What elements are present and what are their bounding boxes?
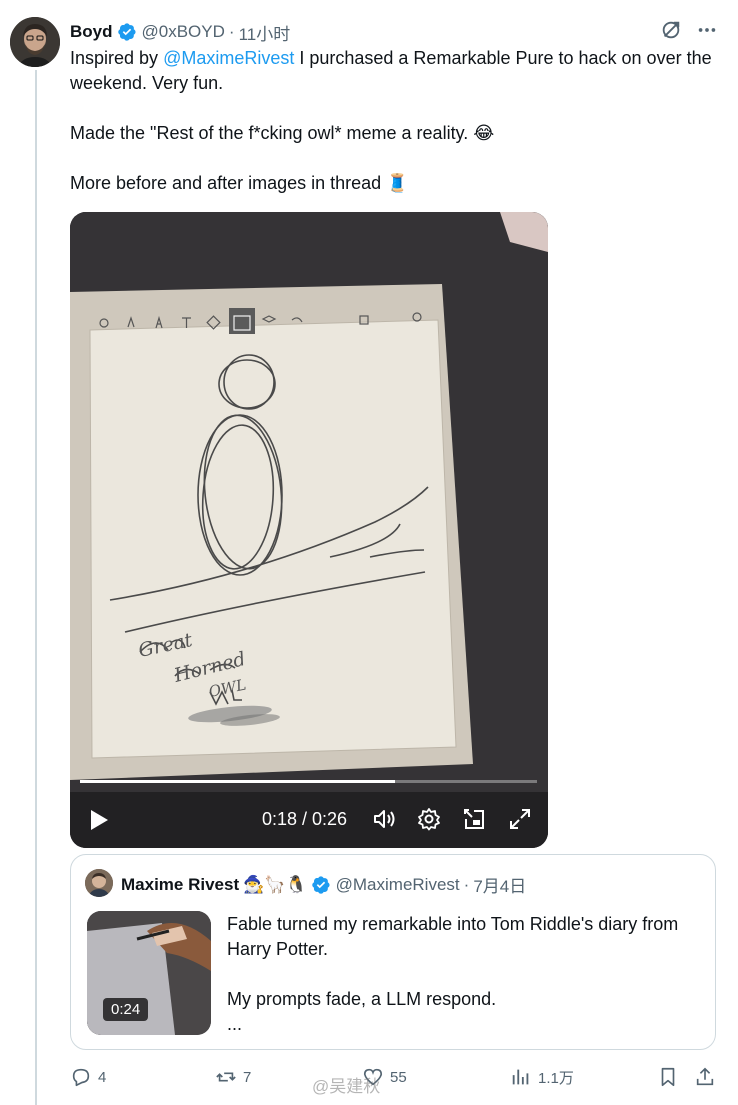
bookmark-button[interactable]: [657, 1066, 679, 1088]
quote-timestamp[interactable]: 7月4日: [473, 872, 526, 897]
bookmark-icon: [661, 1067, 675, 1087]
reply-count: 4: [98, 1068, 107, 1086]
header-actions: [660, 19, 718, 41]
quote-video-thumbnail[interactable]: 0:24: [87, 911, 211, 1035]
tweet-paragraph-2: Made the "Rest of the f*cking owl* meme …: [70, 123, 495, 143]
video-progress-fill: [80, 780, 396, 783]
share-button[interactable]: [694, 1066, 716, 1088]
author-name[interactable]: Boyd: [70, 22, 113, 42]
video-controls: 0:18 / 0:26: [70, 792, 548, 848]
view-count: 1.1万: [538, 1069, 574, 1087]
quote-header-separator: ·: [463, 874, 470, 894]
tweet-timestamp[interactable]: 11小时: [239, 20, 291, 45]
tweet-paragraph-1: Inspired by @MaximeRivest I purchased a …: [70, 46, 725, 96]
quote-more: ...: [227, 1014, 243, 1034]
repost-count: 7: [243, 1068, 252, 1086]
watermark: @吴建秋: [312, 1077, 381, 1096]
video-time: 0:18 / 0:26: [262, 809, 348, 829]
video-player[interactable]: Great Horned OWL 0:18 / 0:26: [70, 212, 548, 848]
header-separator: ·: [228, 22, 235, 41]
share-icon: [696, 1067, 714, 1086]
quote-author-avatar[interactable]: [85, 869, 113, 897]
repost-button[interactable]: 7: [215, 1066, 251, 1088]
reply-button[interactable]: 4: [70, 1066, 106, 1088]
quoted-tweet[interactable]: Maxime Rivest 🧙‍♂️🦙🐧 @MaximeRivest · 7月4…: [70, 854, 716, 1050]
verified-badge-icon: [117, 23, 136, 41]
quote-paragraph-1: Fable turned my remarkable into Tom Ridd…: [227, 914, 679, 959]
volume-icon[interactable]: [372, 807, 396, 831]
tweet-text: Inspired by @MaximeRivest I purchased a …: [70, 46, 725, 221]
reply-icon: [72, 1068, 90, 1087]
author-handle[interactable]: @0xBOYD: [142, 22, 225, 42]
video-progress-bar[interactable]: [80, 780, 537, 783]
repost-icon: [216, 1072, 236, 1082]
tweet-paragraph-3: More before and after images in thread 🧵: [70, 173, 409, 193]
more-icon[interactable]: [696, 19, 718, 41]
verified-badge-icon: [311, 875, 330, 894]
views-icon: [512, 1069, 529, 1085]
settings-icon[interactable]: [417, 807, 441, 831]
quote-author-name[interactable]: Maxime Rivest: [121, 875, 239, 895]
tweet-text-segment: Inspired by: [70, 48, 164, 68]
quote-author-emojis: 🧙‍♂️🦙🐧: [243, 874, 307, 895]
video-frame: Great Horned OWL: [70, 212, 548, 848]
author-avatar[interactable]: [10, 17, 60, 67]
tweet-header: Boyd @0xBOYD · 11小时: [70, 19, 718, 45]
quote-author-handle[interactable]: @MaximeRivest: [336, 875, 460, 895]
play-icon[interactable]: [88, 808, 110, 832]
quote-video-duration: 0:24: [103, 998, 149, 1021]
grok-icon[interactable]: [660, 19, 682, 41]
mention-link[interactable]: @MaximeRivest: [163, 48, 294, 68]
thread-connector-line: [35, 70, 37, 1105]
quote-header: Maxime Rivest 🧙‍♂️🦙🐧 @MaximeRivest · 7月4…: [121, 872, 526, 897]
quote-paragraph-2: My prompts fade, a LLM respond.: [227, 989, 497, 1009]
quote-text: Fable turned my remarkable into Tom Ridd…: [227, 912, 697, 1037]
views-button[interactable]: 1.1万: [510, 1066, 574, 1088]
fullscreen-icon[interactable]: [508, 807, 532, 831]
like-count: 55: [390, 1068, 407, 1086]
tweet-action-bar: 4 7 55 1.1万: [70, 1066, 720, 1094]
pip-icon[interactable]: [462, 807, 486, 831]
